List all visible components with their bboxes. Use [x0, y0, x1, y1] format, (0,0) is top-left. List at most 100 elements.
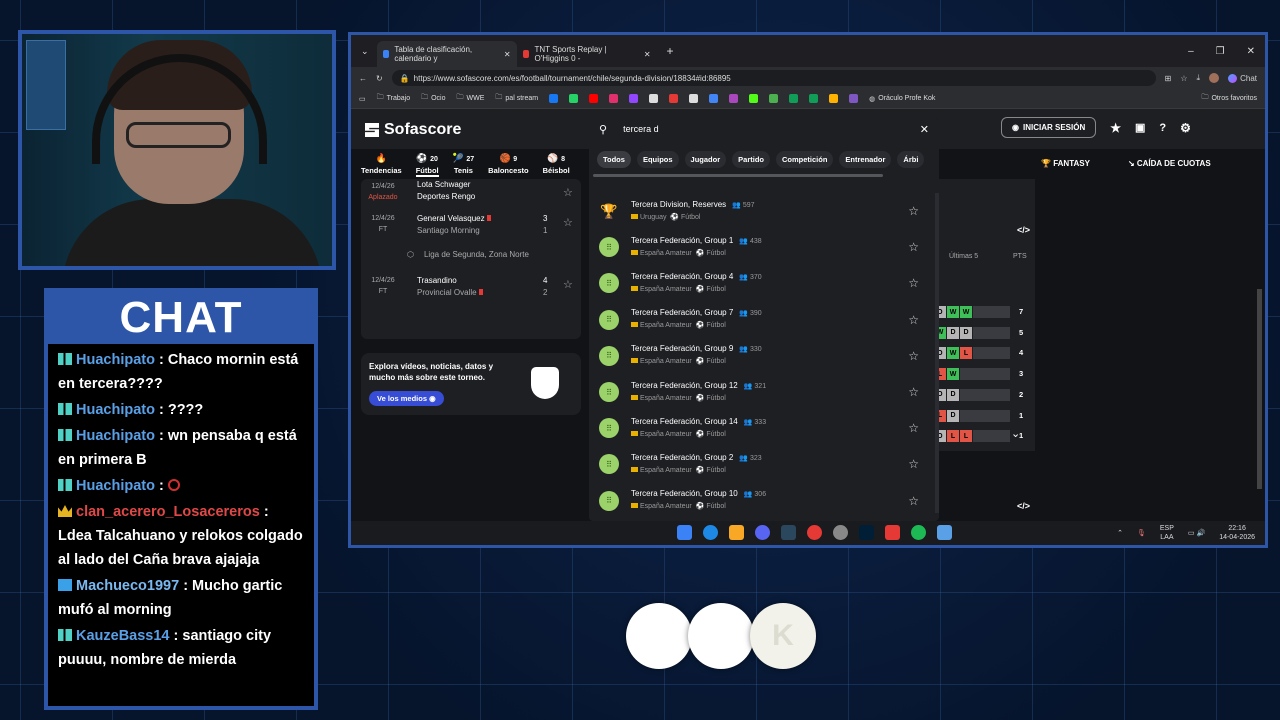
windows-start-icon[interactable] [677, 525, 692, 540]
bookmark-icon[interactable] [829, 94, 839, 103]
favorite-star-icon[interactable]: ☆ [908, 421, 919, 435]
search-result-item[interactable]: ⠿ Tercera Federación, Group 4 👥 370 España … [589, 265, 929, 301]
bookmark-icon[interactable] [689, 94, 699, 103]
sport-tab-tennis[interactable]: 🎾 27 Tenis [453, 153, 475, 177]
chat-username[interactable]: Huachipato [76, 478, 155, 494]
close-tab-icon[interactable]: ✕ [504, 50, 511, 59]
extensions-icon[interactable]: ⊞ [1165, 74, 1172, 83]
chat-username[interactable]: Huachipato [76, 352, 155, 368]
match-row[interactable]: 12/4/26 FT General Velasquez Santiago Morn… [361, 209, 581, 243]
sport-tab-baseball[interactable]: ⚾ 8 Béisbol [543, 153, 570, 177]
favorite-star-icon[interactable]: ☆ [563, 186, 573, 199]
search-result-item[interactable]: ⠿ Tercera Federación, Group 9 👥 330 España … [589, 338, 929, 374]
settings-gear-icon[interactable]: ⚙ [1180, 121, 1191, 135]
search-result-item[interactable]: ⠿ Tercera Federación, Group 2 👥 323 España … [589, 446, 929, 482]
search-result-item[interactable]: ⠿ Tercera Federación, Group 12 👥 321 España… [589, 374, 929, 410]
app-icon[interactable] [833, 525, 848, 540]
favorite-star-icon[interactable]: ☆ [908, 276, 919, 290]
embed-code-icon[interactable]: </> [1017, 501, 1030, 511]
tiktok-icon[interactable] [649, 94, 659, 103]
favorite-star-icon[interactable]: ☆ [908, 494, 919, 508]
chat-username[interactable]: Machueco1997 [76, 578, 179, 594]
favorite-star-icon[interactable]: ☆ [908, 457, 919, 471]
profile-avatar[interactable] [1209, 73, 1220, 83]
bookmark-folder[interactable]: 🗀 Trabajo [377, 93, 410, 104]
filter-chip[interactable]: Partido [732, 151, 770, 168]
photoshop-icon[interactable] [859, 525, 874, 540]
bookmark-folder[interactable]: 🗀 WWE [457, 93, 485, 104]
star-icon[interactable]: ★ [1110, 121, 1121, 135]
search-input[interactable]: tercera d [623, 124, 904, 134]
tab-list-icon[interactable]: ⌄ [351, 46, 377, 57]
results-scrollbar[interactable] [935, 193, 939, 513]
bookmark-icon[interactable] [729, 94, 739, 103]
favorite-star-icon[interactable]: ☆ [563, 278, 573, 291]
app-icon[interactable] [937, 525, 952, 540]
facebook-icon[interactable] [549, 94, 559, 103]
instagram-icon[interactable] [609, 94, 619, 103]
favorite-star-icon[interactable]: ☆ [908, 385, 919, 399]
clear-search-icon[interactable]: ✕ [920, 123, 929, 136]
network-volume-icon[interactable]: ▭ 🔊 [1188, 529, 1205, 538]
bookmark-folder[interactable]: 🗀 Ocio [421, 93, 445, 104]
sport-tab-football[interactable]: ⚽ 20 Fútbol [415, 153, 439, 177]
standings-form-row[interactable]: DWW [934, 306, 1010, 318]
match-row[interactable]: 12/4/26 FT Trasandino Provincial Ovalle 42… [361, 271, 581, 305]
close-window-icon[interactable]: ✕ [1247, 46, 1255, 57]
language-indicator[interactable]: ESP LAA [1160, 524, 1174, 542]
obs-icon[interactable] [807, 525, 822, 540]
favorite-icon[interactable]: ☆ [1180, 74, 1187, 83]
spotify-icon[interactable] [911, 525, 926, 540]
sport-tab-trending[interactable]: 🔥 Tendencias [361, 153, 402, 177]
standings-form-row[interactable]: LW [934, 368, 1010, 381]
page-scrollbar[interactable] [1257, 289, 1262, 489]
search-result-item[interactable]: ⠿ Tercera Federación, Group 1 👥 438 España … [589, 229, 929, 265]
chat-username[interactable]: KauzeBass14 [76, 628, 170, 644]
filter-chip[interactable]: Competición [775, 151, 834, 168]
chat-username[interactable]: Huachipato [76, 428, 155, 444]
standings-form-row[interactable]: DLL [934, 430, 1010, 443]
search-result-item[interactable]: ⠿ Tercera Federación, Group 7 👥 390 España … [589, 302, 929, 338]
filter-chip[interactable]: Equipos [636, 151, 679, 168]
back-icon[interactable]: ← [359, 74, 367, 83]
filter-chip[interactable]: Jugador [684, 151, 727, 168]
odds-link[interactable]: ↘ CAÍDA DE CUOTAS [1128, 159, 1211, 168]
refresh-icon[interactable]: ↻ [376, 74, 383, 83]
chat-username[interactable]: clan_acerero_Losacereros [76, 504, 260, 520]
bookmark-icon[interactable] [669, 94, 679, 103]
search-result-item[interactable]: ⠿ Tercera Federación, Group 10 👥 306 España… [589, 483, 929, 519]
bookmark-folder[interactable]: 🗀 pal stream [495, 93, 538, 104]
twitch-icon[interactable] [629, 94, 639, 103]
chat-username[interactable]: Huachipato [76, 402, 155, 418]
maximize-icon[interactable]: ❐ [1216, 46, 1225, 57]
url-field[interactable]: 🔒 https://www.sofascore.com/es/football/t… [391, 70, 1156, 86]
search-result-item[interactable]: 🏆 Tercera Division, Reserves 👥 597 Uruguay … [589, 193, 929, 229]
edge-icon[interactable] [703, 525, 718, 540]
favorite-star-icon[interactable]: ☆ [563, 216, 573, 229]
sheets-icon[interactable] [789, 94, 799, 103]
chevron-down-icon[interactable]: ⌄ [1011, 427, 1020, 440]
new-tab-icon[interactable]: + [657, 44, 684, 58]
kick-icon[interactable] [749, 94, 759, 103]
download-icon[interactable]: ⤓ [1197, 73, 1201, 83]
filter-chip[interactable]: Entrenador [839, 151, 892, 168]
standings-form-row[interactable]: LD [934, 409, 1010, 422]
file-explorer-icon[interactable] [729, 525, 744, 540]
sport-tab-basketball[interactable]: 🏀 9 Baloncesto [488, 153, 528, 177]
app-icon[interactable] [885, 525, 900, 540]
discord-icon[interactable] [755, 525, 770, 540]
bookmark-icon[interactable] [709, 94, 719, 103]
filter-chip[interactable]: Todos [597, 151, 631, 168]
youtube-icon[interactable] [589, 94, 599, 103]
standings-form-row[interactable]: WDD [934, 326, 1010, 339]
tv-icon[interactable]: ▣ [1135, 121, 1145, 134]
bookmark-link[interactable]: ◍ Oráculo Profe Kok [869, 95, 935, 103]
help-icon[interactable]: ? [1159, 122, 1166, 134]
sheets-icon[interactable] [809, 94, 819, 103]
microphone-icon[interactable]: 🎙 [1137, 529, 1146, 538]
standings-form-row[interactable]: DWL [934, 347, 1010, 360]
minimize-icon[interactable]: – [1188, 46, 1194, 57]
clock[interactable]: 22:16 14-04-2026 [1219, 524, 1255, 542]
favorite-star-icon[interactable]: ☆ [908, 204, 919, 218]
bookmark-folder-icon[interactable]: ▭ [359, 95, 366, 103]
